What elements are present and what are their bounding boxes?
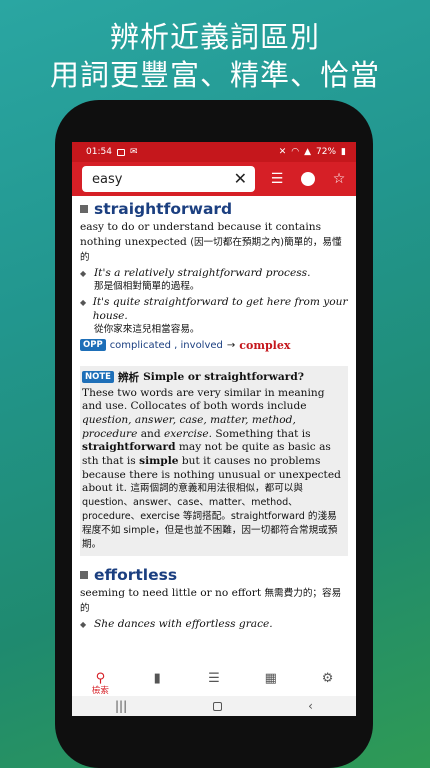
headword-row: effortless <box>80 566 348 584</box>
mute-icon: ✕ <box>278 147 287 157</box>
nav-search[interactable]: ⚲ 檢索 <box>72 672 128 696</box>
example-item: ◆ She dances with effortless grace. <box>80 617 348 631</box>
search-query: easy <box>92 171 123 187</box>
nav-settings[interactable]: ⚙ <box>300 672 356 685</box>
note-title-zh: 辨析 <box>117 371 140 384</box>
example-en: She dances with effortless grace. <box>94 618 273 631</box>
circle-icon[interactable] <box>301 172 315 186</box>
recents-icon[interactable]: ||| <box>115 699 127 713</box>
example-en: It's a relatively straightforward proces… <box>94 266 311 279</box>
bullet-square <box>80 571 88 580</box>
nav-grid[interactable]: ▦ <box>243 672 299 685</box>
bottom-navigation: ⚲ 檢索 ▮ ☰ ▦ ⚙ <box>72 672 356 696</box>
mail-icon: ✉ <box>129 147 138 157</box>
phone-frame: 01:54 ✉ ✕ ◠ ▲ 72% ▮ easy ✕ ☰ ☆ straightf… <box>55 100 373 768</box>
example-en: It's quite straightforward to get here f… <box>92 295 348 322</box>
promo-line-1: 辨析近義詞區別 <box>109 20 320 54</box>
search-icon: ⚲ <box>95 671 106 686</box>
status-bar: 01:54 ✉ ✕ ◠ ▲ 72% ▮ <box>72 142 356 162</box>
usage-note: NOTE 辨析 Simple or straightforward? These… <box>80 365 348 557</box>
home-icon[interactable] <box>213 701 223 711</box>
list-icon: ☰ <box>208 671 220 686</box>
star-icon[interactable]: ☆ <box>331 172 347 186</box>
app-screen: 01:54 ✉ ✕ ◠ ▲ 72% ▮ easy ✕ ☰ ☆ straightf… <box>72 142 356 716</box>
note-title-en: Simple or straightforward? <box>143 371 304 383</box>
bookmark-icon: ▮ <box>153 671 161 686</box>
dictionary-content: straightforward easy to do or understand… <box>72 196 356 674</box>
note-badge: NOTE <box>82 371 114 383</box>
search-toolbar: easy ✕ ☰ ☆ <box>72 162 356 196</box>
list-icon[interactable]: ☰ <box>269 172 285 186</box>
opposite-row: OPP complicated , involved → complex <box>80 339 348 352</box>
gear-icon: ⚙ <box>321 671 334 686</box>
promo-line-2: 用詞更豐富、精準、恰當 <box>49 58 380 92</box>
diamond-icon: ◆ <box>80 268 87 278</box>
note-body: These two words are very similar in mean… <box>82 386 341 551</box>
example-zh: 那是個相對簡單的過程。 <box>94 280 200 292</box>
signal-icon: ▲ <box>304 147 312 157</box>
opposite-link[interactable]: complex <box>239 339 290 352</box>
note-title: NOTE 辨析 Simple or straightforward? <box>82 370 344 385</box>
nav-search-label: 檢索 <box>91 686 109 696</box>
close-icon[interactable]: ✕ <box>234 171 247 187</box>
battery-level: 72% <box>316 147 337 157</box>
image-icon <box>116 148 125 156</box>
grid-icon: ▦ <box>264 671 277 686</box>
arrow-icon: → <box>226 339 236 351</box>
definition: easy to do or understand because it cont… <box>80 220 348 265</box>
definition-en: seeming to need little or no effort <box>80 587 262 600</box>
definition: seeming to need little or no effort 無需費力… <box>80 586 348 616</box>
promo-headline: 辨析近義詞區別 用詞更豐富、精準、恰當 <box>0 18 430 94</box>
diamond-icon: ◆ <box>80 620 87 630</box>
bullet-square <box>80 205 88 213</box>
headword: effortless <box>94 566 178 585</box>
headword: straightforward <box>94 200 233 218</box>
opp-badge: OPP <box>80 339 106 351</box>
system-navigation-bar: ||| ‹ <box>72 696 356 716</box>
example-item: ◆ It's quite straightforward to get here… <box>80 295 348 323</box>
example-zh: 從你家來這兒相當容易。 <box>94 323 200 335</box>
status-time: 01:54 <box>86 147 112 157</box>
battery-icon: ▮ <box>341 147 346 157</box>
back-icon[interactable]: ‹ <box>308 699 313 713</box>
opposite-words: complicated , involved <box>109 339 223 351</box>
wifi-icon: ◠ <box>291 147 300 157</box>
headword-row: straightforward <box>80 200 348 218</box>
example-item: ◆ It's a relatively straightforward proc… <box>80 266 348 280</box>
diamond-icon: ◆ <box>80 297 87 307</box>
search-input[interactable]: easy ✕ <box>82 166 255 192</box>
nav-list[interactable]: ☰ <box>186 672 242 685</box>
nav-bookmarks[interactable]: ▮ <box>129 672 185 685</box>
